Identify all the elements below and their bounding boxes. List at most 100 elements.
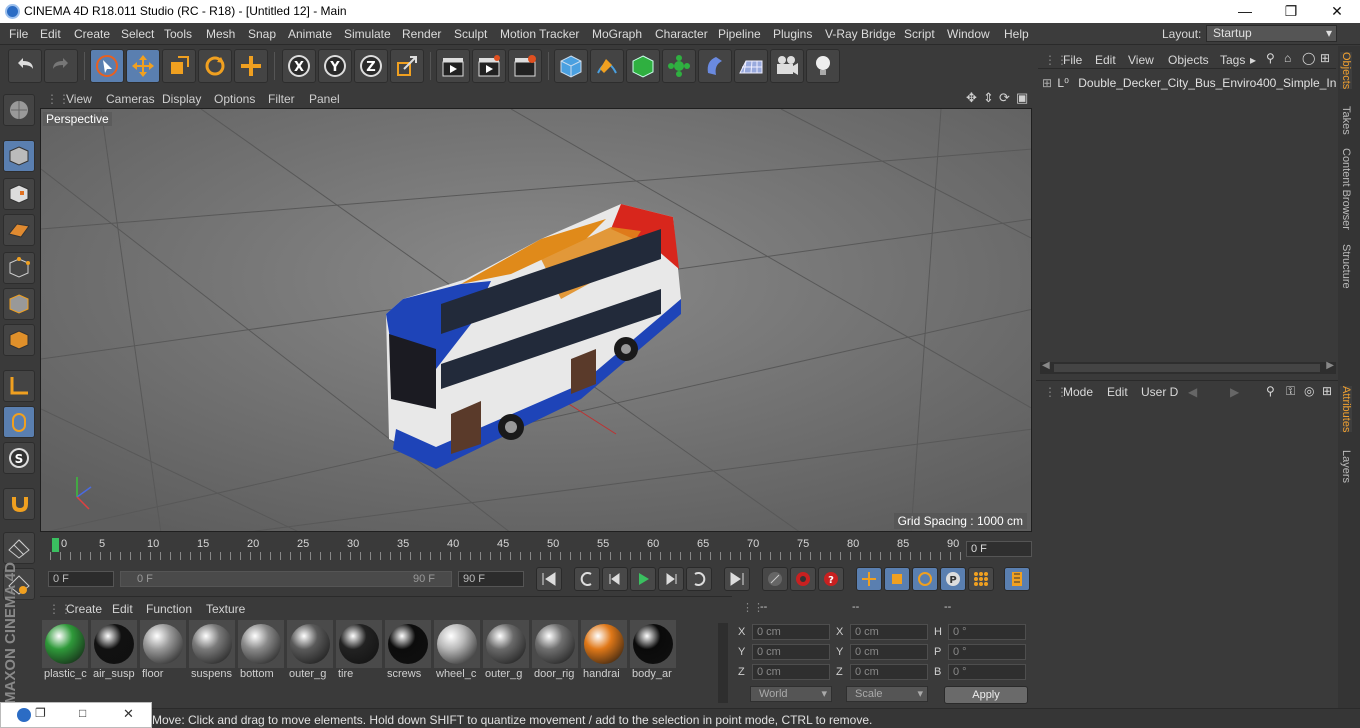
attributes-menu-mode[interactable]: Mode bbox=[1063, 385, 1093, 399]
objects-menu-view[interactable]: View bbox=[1128, 53, 1154, 67]
camera-label[interactable]: Perspective bbox=[43, 112, 112, 126]
materials-scrollbar[interactable] bbox=[718, 623, 728, 703]
search-icon[interactable]: ⚲ bbox=[1266, 51, 1275, 65]
search-icon[interactable]: ⚲ bbox=[1266, 384, 1275, 398]
x-axis-button[interactable]: X bbox=[282, 49, 316, 83]
next-frame-button[interactable] bbox=[658, 567, 684, 591]
scale-tool-button[interactable] bbox=[162, 49, 196, 83]
record-active-objects-button[interactable] bbox=[762, 567, 788, 591]
deformer-button[interactable] bbox=[698, 49, 732, 83]
materials-menu-texture[interactable]: Texture bbox=[206, 602, 245, 616]
viewport-menu-cameras[interactable]: Cameras bbox=[106, 92, 155, 106]
tweak-mode-button[interactable] bbox=[3, 406, 35, 438]
move-tool-button[interactable] bbox=[126, 49, 160, 83]
material-swatch[interactable]: outer_g bbox=[483, 620, 529, 682]
menu-select[interactable]: Select bbox=[121, 27, 154, 41]
maximize-view-icon[interactable]: ▣ bbox=[1016, 90, 1028, 106]
coord-value-field[interactable]: 0 ° bbox=[948, 664, 1026, 680]
render-view-button[interactable] bbox=[436, 49, 470, 83]
cube-object-button[interactable] bbox=[554, 49, 588, 83]
playhead-marker[interactable] bbox=[52, 538, 59, 552]
menu-plugins[interactable]: Plugins bbox=[773, 27, 812, 41]
material-swatch[interactable]: handrai bbox=[581, 620, 627, 682]
material-swatch[interactable]: tire bbox=[336, 620, 382, 682]
rotate-view-icon[interactable]: ⟳ bbox=[999, 90, 1010, 106]
start-frame-field[interactable]: 0 F bbox=[48, 571, 114, 587]
subdivision-surface-button[interactable] bbox=[626, 49, 660, 83]
objects-menu-edit[interactable]: Edit bbox=[1095, 53, 1116, 67]
coord-value-field[interactable]: 0 ° bbox=[948, 644, 1026, 660]
maximize-icon[interactable]: □ bbox=[79, 706, 86, 720]
coordinate-system-button[interactable] bbox=[390, 49, 424, 83]
material-swatch[interactable]: bottom bbox=[238, 620, 284, 682]
target-icon[interactable]: ◎ bbox=[1304, 384, 1314, 398]
end-frame-field[interactable]: 90 F bbox=[458, 571, 524, 587]
lock-icon[interactable]: ⚿ bbox=[1286, 384, 1295, 399]
menu-pipeline[interactable]: Pipeline bbox=[718, 27, 761, 41]
new-panel-icon[interactable]: ⊞ bbox=[1320, 51, 1330, 65]
material-swatch[interactable]: outer_g bbox=[287, 620, 333, 682]
objects-menu-objects[interactable]: Objects bbox=[1168, 53, 1209, 67]
material-swatch[interactable]: body_ar bbox=[630, 620, 676, 682]
timeline-window-button[interactable] bbox=[1004, 567, 1030, 591]
material-swatch[interactable]: air_susp bbox=[91, 620, 137, 682]
layout-dropdown[interactable]: Startup ▾ bbox=[1206, 25, 1337, 42]
menu-motion-tracker[interactable]: Motion Tracker bbox=[500, 27, 579, 41]
lock-icon[interactable]: ◯ bbox=[1302, 51, 1315, 65]
viewport-perspective[interactable]: Perspective Grid Spacing : 1000 cm bbox=[40, 108, 1032, 532]
coord-value-field[interactable]: 0 cm bbox=[752, 624, 830, 640]
floor-button[interactable] bbox=[734, 49, 768, 83]
keyframe-selection-button[interactable]: ? bbox=[818, 567, 844, 591]
key-parameter-button[interactable]: P bbox=[940, 567, 966, 591]
points-mode-button[interactable] bbox=[3, 252, 35, 284]
material-swatch[interactable]: door_rig bbox=[532, 620, 578, 682]
coord-value-field[interactable]: 0 cm bbox=[752, 644, 830, 660]
zoom-view-icon[interactable]: ⇕ bbox=[983, 90, 994, 106]
close-icon[interactable]: ✕ bbox=[123, 706, 134, 722]
attributes-menu-edit[interactable]: Edit bbox=[1107, 385, 1128, 399]
viewport-menu-view[interactable]: View bbox=[66, 92, 92, 106]
viewport-menu-options[interactable]: Options bbox=[214, 92, 255, 106]
tab-objects[interactable]: Objects bbox=[1340, 52, 1352, 90]
menu-mesh[interactable]: Mesh bbox=[206, 27, 235, 41]
minimized-window[interactable]: ❐ □ ✕ bbox=[0, 702, 152, 728]
coord-value-field[interactable]: 0 cm bbox=[850, 644, 928, 660]
recent-tool-button[interactable] bbox=[234, 49, 268, 83]
size-mode-dropdown[interactable]: Scale ▾ bbox=[846, 686, 928, 702]
snap-toggle-button[interactable]: S bbox=[3, 442, 35, 474]
go-to-end-button[interactable] bbox=[724, 567, 750, 591]
restore-icon[interactable]: ❐ bbox=[35, 706, 46, 720]
material-swatch[interactable]: floor bbox=[140, 620, 186, 682]
viewport-menu-filter[interactable]: Filter bbox=[268, 92, 295, 106]
go-to-start-button[interactable] bbox=[536, 567, 562, 591]
coord-value-field[interactable]: 0 cm bbox=[850, 624, 928, 640]
texture-mode-button[interactable] bbox=[3, 178, 35, 210]
objects-menu-tags[interactable]: Tags bbox=[1220, 53, 1245, 67]
render-settings-button[interactable] bbox=[508, 49, 542, 83]
menu-mograph[interactable]: MoGraph bbox=[592, 27, 642, 41]
model-mode-button[interactable] bbox=[3, 140, 35, 172]
menu-edit[interactable]: Edit bbox=[40, 27, 61, 41]
pen-spline-button[interactable] bbox=[590, 49, 624, 83]
key-position-button[interactable] bbox=[856, 567, 882, 591]
materials-menu-function[interactable]: Function bbox=[146, 602, 192, 616]
apply-button[interactable]: Apply bbox=[944, 686, 1028, 704]
objects-menu-file[interactable]: File bbox=[1063, 53, 1082, 67]
make-editable-button[interactable] bbox=[3, 94, 35, 126]
restore-button[interactable]: ❐ bbox=[1268, 0, 1314, 23]
edges-mode-button[interactable] bbox=[3, 288, 35, 320]
objects-horizontal-scrollbar[interactable]: ◀ ▶ bbox=[1040, 360, 1336, 374]
attributes-menu-user-data[interactable]: User D bbox=[1141, 385, 1178, 399]
range-slider[interactable]: 0 F 90 F bbox=[120, 571, 452, 587]
back-arrow-icon[interactable]: ◀ bbox=[1188, 385, 1197, 399]
light-button[interactable] bbox=[806, 49, 840, 83]
coord-value-field[interactable]: 0 ° bbox=[948, 624, 1026, 640]
autokeying-button[interactable] bbox=[790, 567, 816, 591]
axis-mode-button[interactable] bbox=[3, 370, 35, 402]
scroll-right-icon[interactable]: ▶ bbox=[1326, 360, 1334, 371]
viewport-menu-display[interactable]: Display bbox=[162, 92, 201, 106]
tab-structure[interactable]: Structure bbox=[1340, 244, 1352, 289]
key-scale-button[interactable] bbox=[884, 567, 910, 591]
coord-value-field[interactable]: 0 cm bbox=[850, 664, 928, 680]
menu-snap[interactable]: Snap bbox=[248, 27, 276, 41]
